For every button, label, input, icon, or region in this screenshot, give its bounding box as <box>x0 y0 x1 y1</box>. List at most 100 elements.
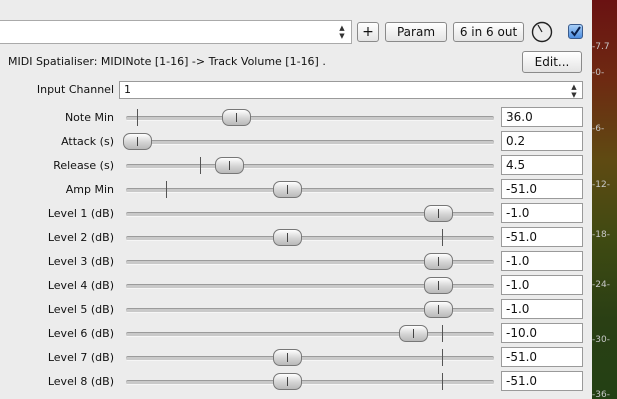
input-channel-value: 1 <box>124 83 131 96</box>
plugin-description: MIDI Spatialiser: MIDINote [1-16] -> Tra… <box>8 55 326 68</box>
slider-thumb[interactable] <box>424 205 453 222</box>
param-row: Level 8 (dB) -51.0 <box>0 370 592 394</box>
param-label: Level 6 (dB) <box>47 327 114 340</box>
param-slider[interactable] <box>126 370 494 394</box>
param-row: Level 5 (dB) -1.0 <box>0 298 592 322</box>
param-value-field[interactable]: -1.0 <box>501 251 583 271</box>
slider-marker <box>442 349 443 366</box>
param-slider[interactable] <box>126 154 494 178</box>
slider-marker <box>442 373 443 390</box>
param-slider[interactable] <box>126 202 494 226</box>
param-label: Level 7 (dB) <box>47 351 114 364</box>
slider-track[interactable] <box>126 380 494 385</box>
param-label: Level 8 (dB) <box>47 375 114 388</box>
slider-track[interactable] <box>126 116 494 121</box>
slider-track[interactable] <box>126 164 494 169</box>
slider-thumb[interactable] <box>215 157 244 174</box>
slider-thumb[interactable] <box>424 301 453 318</box>
param-label: Note Min <box>64 111 114 124</box>
param-slider[interactable] <box>126 226 494 250</box>
param-slider[interactable] <box>123 130 494 154</box>
checkmark-icon <box>570 26 581 37</box>
slider-track[interactable] <box>126 140 494 145</box>
slider-thumb[interactable] <box>273 181 302 198</box>
slider-thumb[interactable] <box>273 349 302 366</box>
add-button[interactable]: + <box>357 22 379 42</box>
meter-tick-label: -6- <box>592 124 605 134</box>
param-value-field[interactable]: -51.0 <box>501 347 583 367</box>
param-value-field[interactable]: -1.0 <box>501 275 583 295</box>
param-row: Level 4 (dB) -1.0 <box>0 274 592 298</box>
preset-select[interactable]: ▲ ▼ <box>0 20 352 44</box>
param-row: Level 1 (dB) -1.0 <box>0 202 592 226</box>
slider-thumb[interactable] <box>424 277 453 294</box>
slider-marker <box>442 325 443 342</box>
slider-marker <box>442 229 443 246</box>
param-value-field[interactable]: 0.2 <box>501 131 583 151</box>
param-value-field[interactable]: 36.0 <box>501 107 583 127</box>
meter-tick-label: -36- <box>592 390 610 399</box>
slider-thumb[interactable] <box>222 109 251 126</box>
input-channel-row: Input Channel 1 ▲ ▼ <box>0 80 592 100</box>
toolbar: ▲ ▼ + Param 6 in 6 out <box>0 0 592 44</box>
slider-thumb[interactable] <box>424 253 453 270</box>
stepper-arrows-icon[interactable]: ▲ ▼ <box>569 83 579 99</box>
param-label: Level 3 (dB) <box>47 255 114 268</box>
edit-button[interactable]: Edit... <box>522 51 582 73</box>
meter-tick-label: -18- <box>592 230 610 240</box>
slider-thumb[interactable] <box>273 373 302 390</box>
param-row: Release (s) 4.5 <box>0 154 592 178</box>
param-value-field[interactable]: -51.0 <box>501 227 583 247</box>
param-slider[interactable] <box>126 322 494 346</box>
param-row: Amp Min -51.0 <box>0 178 592 202</box>
param-slider[interactable] <box>126 106 494 130</box>
param-value-field[interactable]: -1.0 <box>501 203 583 223</box>
param-slider[interactable] <box>126 298 494 322</box>
param-label: Level 1 (dB) <box>47 207 114 220</box>
param-label: Attack (s) <box>61 135 114 148</box>
param-row: Level 2 (dB) -51.0 <box>0 226 592 250</box>
param-row: Level 3 (dB) -1.0 <box>0 250 592 274</box>
meter-tick-label: -12- <box>592 180 610 190</box>
param-row: Attack (s) 0.2 <box>0 130 592 154</box>
slider-track[interactable] <box>126 188 494 193</box>
param-row: Level 7 (dB) -51.0 <box>0 346 592 370</box>
param-slider[interactable] <box>126 178 494 202</box>
input-channel-label: Input Channel <box>36 83 114 96</box>
slider-track[interactable] <box>126 332 494 337</box>
param-slider[interactable] <box>126 346 494 370</box>
slider-thumb[interactable] <box>273 229 302 246</box>
slider-track[interactable] <box>126 356 494 361</box>
level-meter: -7.7 -0- -6- -12- -18- -24- -30- -36- <box>592 0 617 399</box>
param-value-field[interactable]: -10.0 <box>501 323 583 343</box>
param-label: Release (s) <box>53 159 114 172</box>
param-slider[interactable] <box>126 274 494 298</box>
bypass-checkbox[interactable] <box>568 24 583 39</box>
param-label: Level 5 (dB) <box>47 303 114 316</box>
meter-tick-label: -30- <box>592 335 610 345</box>
meter-tick-label: -0- <box>592 68 605 78</box>
input-channel-select[interactable]: 1 ▲ ▼ <box>119 81 583 99</box>
param-slider[interactable] <box>126 250 494 274</box>
param-value-field[interactable]: -51.0 <box>501 179 583 199</box>
io-config-button[interactable]: 6 in 6 out <box>453 22 524 42</box>
slider-thumb[interactable] <box>399 325 428 342</box>
stepper-arrows-icon[interactable]: ▲ ▼ <box>337 24 347 40</box>
param-row: Note Min 36.0 <box>0 106 592 130</box>
param-row: Level 6 (dB) -10.0 <box>0 322 592 346</box>
param-label: Amp Min <box>65 183 114 196</box>
param-label: Level 4 (dB) <box>47 279 114 292</box>
param-value-field[interactable]: -51.0 <box>501 371 583 391</box>
parameter-list: Note Min 36.0 Attack (s) 0.2 Release (s) 4.5 A… <box>0 106 592 394</box>
plugin-info-row: MIDI Spatialiser: MIDINote [1-16] -> Tra… <box>0 46 592 76</box>
param-button[interactable]: Param <box>385 22 447 42</box>
param-value-field[interactable]: -1.0 <box>501 299 583 319</box>
slider-thumb[interactable] <box>123 133 152 150</box>
slider-marker <box>166 181 167 198</box>
param-value-field[interactable]: 4.5 <box>501 155 583 175</box>
meter-tick-label: -7.7 <box>592 42 610 52</box>
param-label: Level 2 (dB) <box>47 231 114 244</box>
knob-icon[interactable] <box>531 21 553 43</box>
meter-tick-label: -24- <box>592 280 610 290</box>
slider-track[interactable] <box>126 236 494 241</box>
